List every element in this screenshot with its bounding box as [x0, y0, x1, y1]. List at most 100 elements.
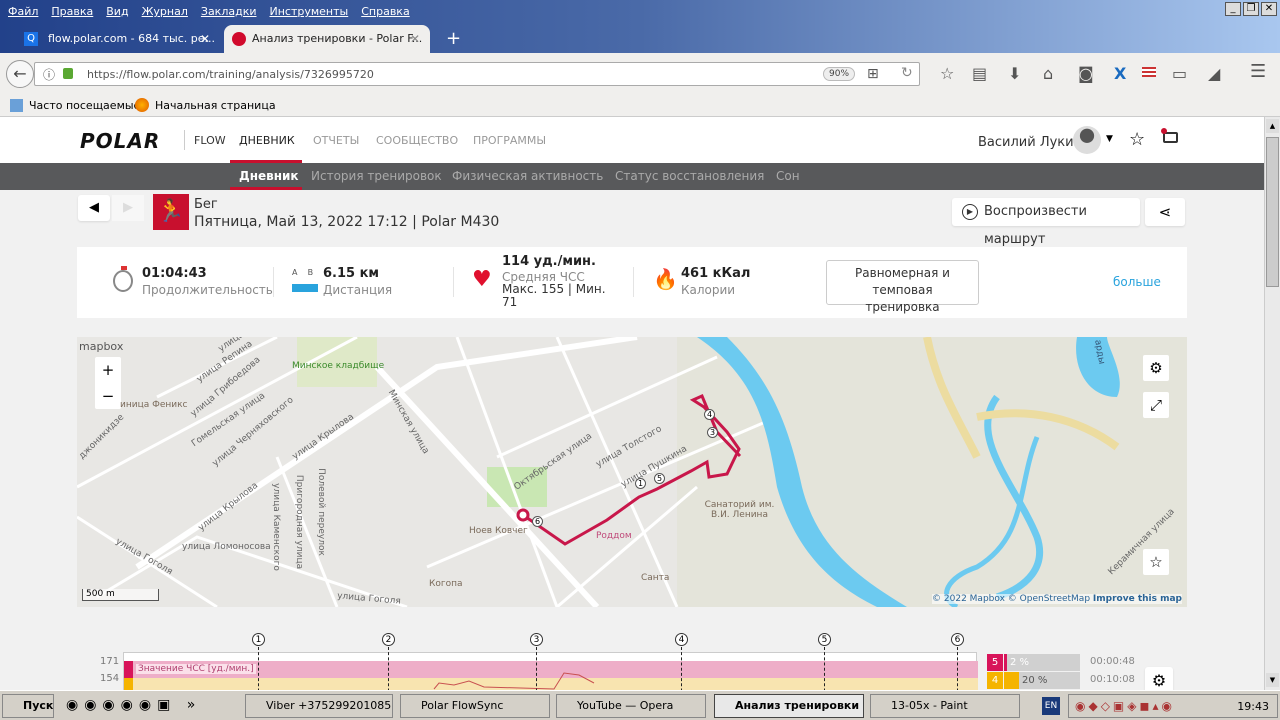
lap-marker-5[interactable]: 5: [818, 633, 831, 646]
more-link[interactable]: больше: [1113, 275, 1161, 289]
lap-marker-1[interactable]: 1: [252, 633, 265, 646]
restore-button[interactable]: ❐: [1243, 2, 1259, 16]
minimize-button[interactable]: _: [1225, 2, 1241, 16]
hamburger-menu-icon[interactable]: ☰: [1250, 61, 1266, 82]
menu-bookmarks[interactable]: Закладки: [201, 5, 257, 18]
language-indicator[interactable]: EN: [1042, 697, 1060, 715]
previous-session-button[interactable]: ◀: [78, 195, 110, 221]
back-button[interactable]: ←: [6, 60, 34, 88]
training-benefit-button[interactable]: Равномерная и темповая тренировка: [826, 260, 979, 314]
taskbar-viber[interactable]: Viber +375299201085: [245, 694, 393, 718]
zoom-out-button[interactable]: −: [95, 383, 121, 409]
taskbar-opera[interactable]: YouTube — Opera: [556, 694, 706, 718]
menu-file[interactable]: Файл: [8, 5, 38, 18]
mapbox-link[interactable]: © 2022 Mapbox: [932, 594, 1005, 604]
menu-history[interactable]: Журнал: [142, 5, 188, 18]
user-name[interactable]: Василий Лукин: [978, 135, 1082, 150]
messages-icon[interactable]: [1161, 128, 1178, 143]
subnav-sleep[interactable]: Сон: [776, 169, 800, 183]
bookmark-most-visited[interactable]: Часто посещаемые: [29, 99, 140, 112]
nav-reports[interactable]: ОТЧЕТЫ: [313, 134, 359, 147]
zone-5-badge: 5: [987, 654, 1003, 671]
nav-programs[interactable]: ПРОГРАММЫ: [473, 134, 546, 147]
bookmark-start-page[interactable]: Начальная страница: [155, 99, 276, 112]
flag-icon[interactable]: [1142, 67, 1156, 77]
download-icon[interactable]: ⬇: [1008, 64, 1021, 83]
map-label: иница Феникс: [120, 400, 188, 410]
play-route-button[interactable]: ▶ Воспроизвести маршрут: [952, 198, 1140, 247]
pocket-icon[interactable]: ◙: [1078, 64, 1094, 83]
scroll-thumb[interactable]: [1266, 137, 1279, 287]
zoom-in-button[interactable]: +: [95, 357, 121, 383]
start-button[interactable]: Пуск: [2, 694, 54, 718]
taskbar-firefox[interactable]: Анализ тренировки ...: [714, 694, 864, 718]
map-scale: 500 m: [82, 589, 159, 601]
gear-icon: ⚙: [1149, 359, 1163, 377]
menu-bar: Файл Правка Вид Журнал Закладки Инструменты Сп…: [0, 0, 1280, 22]
mapbox-logo[interactable]: mapbox: [79, 340, 123, 353]
share-button[interactable]: ⋖: [1145, 198, 1185, 226]
next-session-button[interactable]: ▶: [112, 195, 144, 221]
menu-view[interactable]: Вид: [106, 5, 128, 18]
bookmark-star-icon[interactable]: ☆: [940, 64, 954, 83]
chart-settings-button[interactable]: ⚙: [1145, 667, 1173, 690]
quick-launch-icons[interactable]: ◉◉◉◉◉▣ »: [66, 697, 201, 713]
subnav-diary[interactable]: Дневник: [239, 169, 299, 183]
lap-marker-2[interactable]: 2: [382, 633, 395, 646]
taskbar-flowsync[interactable]: Polar FlowSync: [400, 694, 550, 718]
subnav-training-history[interactable]: История тренировок: [311, 169, 442, 183]
user-menu-chevron-icon[interactable]: ▼: [1106, 134, 1113, 144]
avatar[interactable]: [1073, 126, 1101, 154]
lap-marker-6[interactable]: 6: [951, 633, 964, 646]
new-tab-button[interactable]: +: [446, 28, 461, 49]
info-icon[interactable]: ⓘ: [43, 66, 55, 83]
page-scrollbar[interactable]: ▲ ▼: [1264, 117, 1280, 690]
lap-marker-4[interactable]: 4: [675, 633, 688, 646]
route-map[interactable]: mapbox + − ⚙ ⤢ ☆ 500 m © 2022 Mapbox © Op…: [77, 337, 1187, 607]
hr-chart-plot: Значение ЧСС [уд./мин.]: [123, 652, 978, 690]
zoom-level[interactable]: 90%: [823, 67, 856, 81]
subnav-recovery[interactable]: Статус восстановления: [615, 169, 764, 183]
clipboard-icon[interactable]: ▤: [972, 64, 987, 83]
home-icon[interactable]: ⌂: [1043, 64, 1053, 83]
url-bar[interactable]: ⓘ https://flow.polar.com/training/analys…: [34, 62, 920, 86]
menu-help[interactable]: Справка: [361, 5, 409, 18]
taskbar-paint[interactable]: 13-05x - Paint: [870, 694, 1020, 718]
tray-icons[interactable]: ◉◆◇▣◈◼▴◉: [1075, 699, 1175, 713]
lap-marker[interactable]: 6: [532, 516, 543, 527]
duration-value: 01:04:43: [142, 266, 207, 281]
nav-diary[interactable]: ДНЕВНИК: [239, 134, 295, 147]
close-window-button[interactable]: ✕: [1261, 2, 1277, 16]
monitor-icon[interactable]: ▭: [1172, 64, 1187, 83]
polar-logo[interactable]: POLAR: [80, 129, 160, 153]
close-tab-icon[interactable]: ✕: [410, 25, 420, 53]
play-icon: ▶: [962, 204, 978, 220]
x-extension-icon[interactable]: X: [1114, 64, 1126, 83]
menu-tools[interactable]: Инструменты: [270, 5, 349, 18]
close-tab-icon[interactable]: ✕: [200, 25, 210, 53]
map-favorite-button[interactable]: ☆: [1143, 549, 1169, 575]
osm-link[interactable]: © OpenStreetMap: [1008, 594, 1090, 604]
favorites-star-icon[interactable]: ☆: [1129, 129, 1145, 150]
url-text[interactable]: https://flow.polar.com/training/analysis…: [87, 68, 374, 81]
subnav-activity[interactable]: Физическая активность: [452, 169, 603, 183]
menu-edit[interactable]: Правка: [51, 5, 93, 18]
lap-marker[interactable]: 4: [704, 409, 715, 420]
improve-map-link[interactable]: Improve this map: [1093, 594, 1182, 604]
nav-community[interactable]: СООБЩЕСТВО: [376, 134, 458, 147]
tab-search[interactable]: Q flow.polar.com - 684 тыс. ре... ✕: [20, 25, 220, 53]
send-icon[interactable]: ◢: [1208, 64, 1220, 83]
lap-marker[interactable]: 3: [707, 427, 718, 438]
lap-marker[interactable]: 5: [654, 473, 665, 484]
lap-marker[interactable]: 1: [635, 478, 646, 489]
scroll-down-arrow[interactable]: ▼: [1266, 673, 1279, 687]
map-settings-button[interactable]: ⚙: [1143, 355, 1169, 381]
scroll-up-arrow[interactable]: ▲: [1266, 119, 1279, 133]
lap-marker-3[interactable]: 3: [530, 633, 543, 646]
fullscreen-button[interactable]: ⤢: [1143, 392, 1169, 418]
reload-icon[interactable]: ↻: [901, 65, 913, 81]
reader-view-icon[interactable]: ⊞: [867, 66, 879, 82]
tab-training-analysis[interactable]: Анализ тренировки - Polar F... ✕: [224, 25, 430, 53]
duration-label: Продолжительность: [142, 283, 273, 297]
distance-ruler-icon: [292, 284, 318, 292]
